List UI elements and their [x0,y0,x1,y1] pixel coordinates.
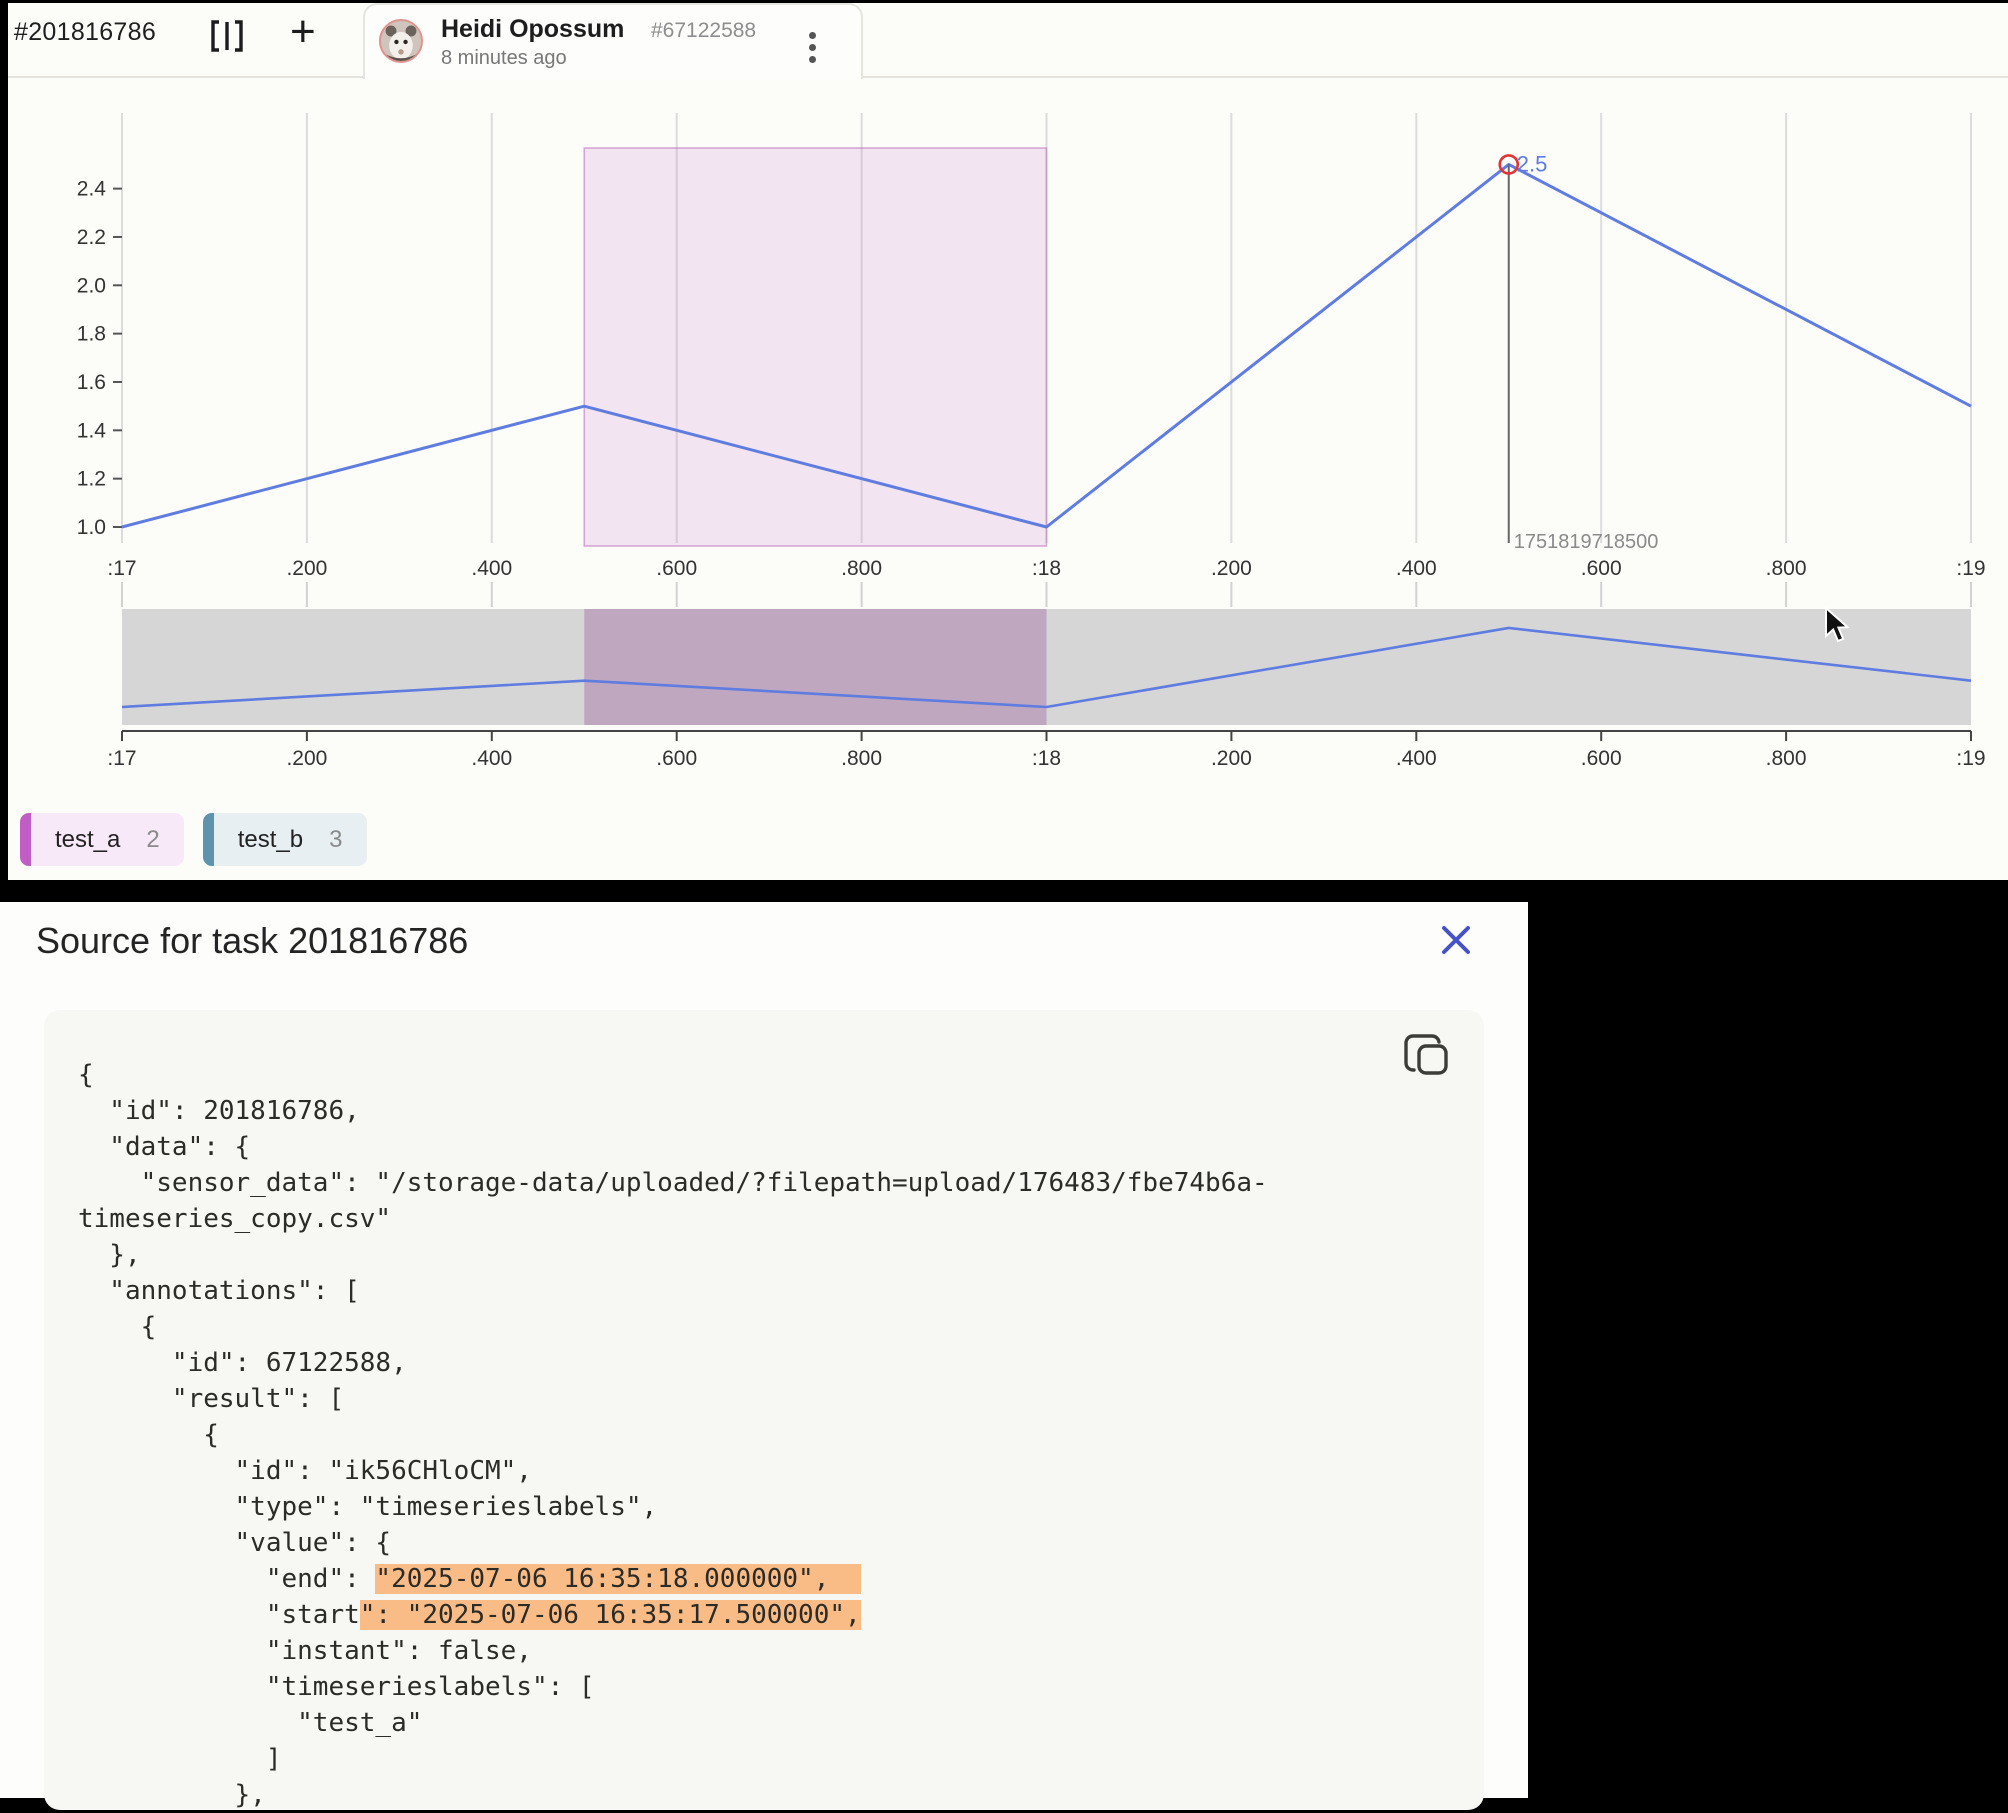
modal-title: Source for task 201816786 [36,920,468,962]
code-line: "id": 67122588, [78,1345,1454,1381]
y-tick-label: 1.8 [77,323,106,346]
columns-layout-icon[interactable] [210,16,244,61]
x-tick-label: .400 [471,557,512,580]
y-tick-label: 1.2 [77,468,106,491]
code-line: "type": "timeserieslabels", [78,1489,1454,1525]
x-tick-label: .200 [1211,557,1252,580]
overview-tick-label: :18 [1032,747,1061,770]
overview-region-test-a[interactable] [584,609,1046,725]
code-line: "end": "2025-07-06 16:35:18.000000", [78,1561,1454,1597]
code-line: "id": "ik56CHloCM", [78,1453,1454,1489]
annotation-id: #67122588 [651,19,756,43]
hover-timestamp-label: 1751819718500 [1514,531,1659,553]
code-line: "test_a" [78,1705,1454,1741]
overview-tick-label: .200 [286,747,327,770]
y-tick-label: 2.0 [77,274,106,297]
overview-tick-label: .200 [1211,747,1252,770]
code-line: ] [78,1741,1454,1777]
label-legend: test_a 2 test_b 3 [20,813,367,866]
code-line: timeseries_copy.csv" [78,1201,1454,1237]
label-color-bar [203,813,214,866]
hover-value-label: 2.5 [1517,151,1548,176]
label-chip-test_a[interactable]: test_a 2 [20,813,184,866]
code-line: "result": [ [78,1381,1454,1417]
letterbox-left [0,0,8,902]
y-tick-label: 2.2 [77,226,106,249]
overview-tick-label: .400 [471,747,512,770]
annotation-tab[interactable]: Heidi Opossum #67122588 8 minutes ago [363,3,863,79]
x-tick-label: :18 [1032,557,1061,580]
task-id-label: #201816786 [14,18,156,47]
y-tick-label: 1.6 [77,371,106,394]
x-tick-label: .600 [656,557,697,580]
task-source-code-block: { "id": 201816786, "data": { "sensor_dat… [44,1010,1484,1810]
highlighted-code: ": "2025-07-06 16:35:17.500000", [360,1600,861,1630]
overview-tick-label: .800 [1766,747,1807,770]
x-tick-label: .200 [286,557,327,580]
y-tick-label: 2.4 [77,178,107,201]
label-name: test_b [238,826,303,854]
label-chip-body: test_a 2 [31,813,184,866]
annotation-region-test-a[interactable] [584,148,1046,546]
add-annotation-button[interactable]: + [290,10,316,54]
code-line: "annotations": [ [78,1273,1454,1309]
avatar [379,19,423,63]
code-line: "id": 201816786, [78,1093,1454,1129]
y-tick-label: 1.0 [77,516,106,539]
label-color-bar [20,813,31,866]
highlighted-code: "2025-07-06 16:35:18.000000", [375,1564,860,1594]
x-tick-label: :17 [107,557,136,580]
letterbox-right [1528,880,2008,1798]
label-hotkey-count: 3 [329,826,342,854]
code-line: "sensor_data": "/storage-data/uploaded/?… [78,1165,1454,1201]
y-tick-label: 1.4 [77,419,107,442]
x-tick-label: .800 [1766,557,1807,580]
code-line: { [78,1057,1454,1093]
code-line: { [78,1309,1454,1345]
overview-tick-label: .800 [841,747,882,770]
mouse-cursor [1824,606,1858,651]
code-line: "data": { [78,1129,1454,1165]
x-tick-label: .400 [1396,557,1437,580]
overview-tick-label: .600 [1581,747,1622,770]
annotator-name: Heidi Opossum [441,15,624,44]
x-tick-label: .600 [1581,557,1622,580]
overview-tick-label: .600 [656,747,697,770]
code-line: }, [78,1237,1454,1273]
letterbox-top [0,0,2008,3]
tabbar-divider [0,76,2008,78]
overview-tick-label: :19 [1956,747,1985,770]
code-line: "start": "2025-07-06 16:35:17.500000", [78,1597,1454,1633]
source-modal: Source for task 201816786 { "id": 201816… [0,902,1528,1798]
timeseries-annotation-panel: #201816786 + Heidi Opossum #67122588 8 m… [0,0,2008,880]
close-icon[interactable] [1432,916,1480,964]
annotation-timestamp: 8 minutes ago [441,47,567,70]
code-line: { [78,1417,1454,1453]
x-tick-label: :19 [1956,557,1985,580]
label-chip-test_b[interactable]: test_b 3 [203,813,367,866]
overview-tick-label: :17 [107,747,136,770]
overview-tick-label: .400 [1396,747,1437,770]
code-line: "instant": false, [78,1633,1454,1669]
x-tick-label: .800 [841,557,882,580]
label-hotkey-count: 2 [146,826,159,854]
code-line: }, [78,1777,1454,1813]
kebab-menu-icon[interactable] [797,27,827,63]
code-line: "value": { [78,1525,1454,1561]
timeseries-chart: :17 :17 .200 .200 .400 .400 .600 .600 .800 .800 :1… [0,0,2008,880]
label-name: test_a [55,826,120,854]
code-line: "timeserieslabels": [ [78,1669,1454,1705]
label-chip-body: test_b 3 [214,813,367,866]
json-source-text: { "id": 201816786, "data": { "sensor_dat… [78,1057,1454,1813]
